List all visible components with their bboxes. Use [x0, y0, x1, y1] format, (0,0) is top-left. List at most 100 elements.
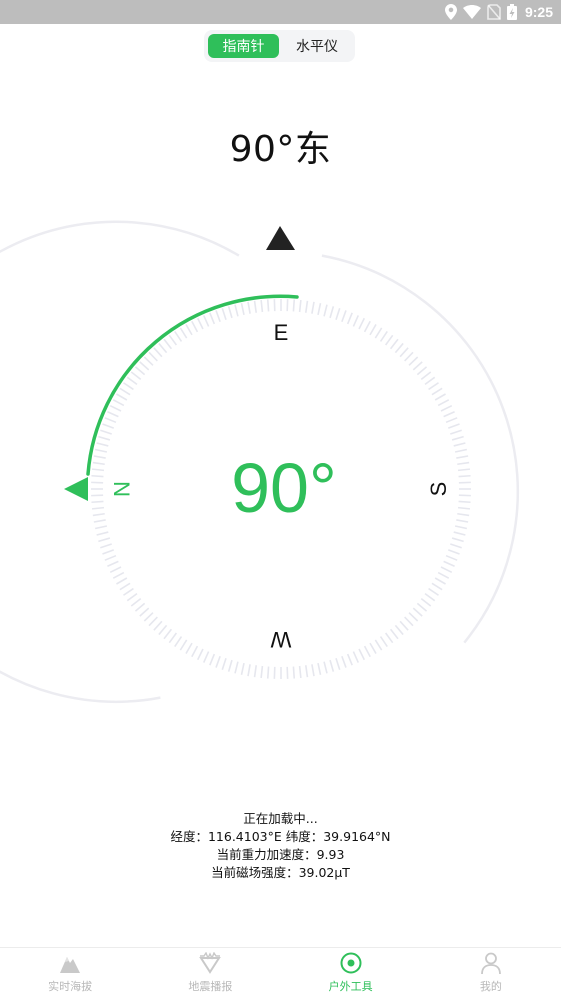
compass-tick	[300, 666, 301, 678]
compass-tick	[91, 501, 103, 502]
center-degree: 90°	[231, 449, 337, 527]
compass-tick	[120, 388, 130, 394]
compass-tick	[432, 388, 442, 394]
direction-east: E	[274, 320, 289, 345]
coordinates-text: 经度：116.4103°E 纬度：39.9164°N	[0, 828, 561, 846]
compass-tick	[159, 625, 167, 634]
compass-tick	[395, 625, 403, 634]
compass-tick	[95, 526, 107, 528]
nav-item-seismic[interactable]: 地震播报	[140, 948, 280, 998]
compass-tick	[330, 306, 333, 318]
compass-tick	[180, 640, 186, 650]
compass-tick	[458, 469, 470, 470]
compass-tick	[255, 301, 257, 313]
compass-tick	[375, 640, 381, 650]
compass-tick	[435, 578, 445, 584]
compass-tick	[192, 646, 198, 657]
compass-tick	[381, 637, 388, 647]
compass-tick	[216, 310, 220, 321]
compass-tick	[222, 308, 226, 319]
compass-tick	[127, 594, 137, 601]
compass-tick	[110, 406, 121, 411]
compass-tick	[330, 660, 333, 672]
compass-tick	[210, 654, 215, 665]
compass-tick	[446, 418, 457, 423]
compass-tick	[400, 621, 408, 630]
compass-tick	[395, 343, 403, 352]
battery-charging-icon	[507, 4, 517, 20]
compass-tick	[268, 299, 269, 311]
compass-tick	[413, 608, 422, 616]
magnetic-text: 当前磁场强度：39.02μT	[0, 864, 561, 882]
compass-tick	[131, 372, 140, 379]
compass-tick	[312, 302, 314, 314]
compass-tick	[105, 418, 116, 423]
compass-tick	[405, 352, 413, 361]
nav-item-mine[interactable]: 我的	[421, 948, 561, 998]
compass-tick	[432, 583, 442, 589]
nav-item-outdoor-tools[interactable]: 户外工具	[281, 948, 421, 998]
compass-tick	[306, 665, 308, 677]
tab-level[interactable]: 水平仪	[282, 34, 352, 58]
compass-tick	[306, 301, 308, 313]
no-sim-icon	[487, 4, 501, 20]
compass-tick	[359, 649, 364, 660]
compass-tick	[365, 646, 371, 657]
compass-tick	[370, 643, 376, 653]
compass-tick	[438, 573, 449, 579]
compass-tick	[242, 663, 244, 675]
compass-tick	[293, 667, 294, 679]
compass-tick	[235, 305, 238, 317]
compass-tick	[97, 532, 109, 535]
compass-tick	[186, 324, 192, 334]
compass-tick	[421, 599, 430, 606]
nav-label-seismic: 地震播报	[188, 978, 232, 994]
compass-outer-ring	[0, 222, 239, 702]
compass-tick	[444, 412, 455, 417]
compass-tick	[391, 339, 398, 348]
compass-tick	[216, 656, 220, 667]
compass-tick	[353, 652, 358, 663]
compass-tick	[102, 550, 113, 554]
compass-tick	[229, 306, 232, 318]
compass-tick	[180, 328, 186, 338]
compass-tick	[353, 315, 358, 326]
compass-tick	[204, 652, 209, 663]
compass-tick	[409, 613, 418, 621]
compass-tick	[293, 299, 294, 311]
compass-tick	[365, 321, 371, 332]
compass-tick	[359, 318, 364, 329]
heading-pointer-icon	[64, 477, 88, 501]
top-pointer-icon	[266, 226, 295, 250]
compass-tick	[459, 501, 471, 502]
compass-tick	[186, 643, 192, 653]
compass-tick	[113, 573, 124, 579]
compass-tick	[140, 608, 149, 616]
compass-tick	[455, 450, 467, 452]
compass-tick	[93, 514, 105, 516]
tab-compass[interactable]: 指南针	[208, 34, 279, 58]
compass-tick	[248, 302, 250, 314]
compass-tick	[169, 633, 176, 643]
compass-tick	[409, 357, 418, 365]
compass-tick	[164, 339, 171, 348]
compass-tick	[318, 303, 320, 315]
nav-label-altitude: 实时海拔	[48, 978, 92, 994]
compass-tick	[131, 599, 140, 606]
compass-tick	[116, 578, 126, 584]
compass-tick	[448, 550, 459, 554]
compass-tick	[255, 665, 257, 677]
nav-item-altitude[interactable]: 实时海拔	[0, 948, 140, 998]
compass-tick	[400, 348, 408, 357]
direction-west: W	[270, 627, 291, 652]
compass-tick	[391, 629, 398, 638]
compass-tick	[441, 567, 452, 572]
compass-tick	[149, 617, 157, 626]
compass-tick	[386, 335, 393, 345]
compass-tick	[127, 377, 137, 384]
compass-tick	[149, 352, 157, 361]
compass-tick	[342, 310, 346, 321]
compass-tick	[457, 463, 469, 465]
compass-tick	[312, 664, 314, 676]
compass-tick	[444, 561, 455, 566]
